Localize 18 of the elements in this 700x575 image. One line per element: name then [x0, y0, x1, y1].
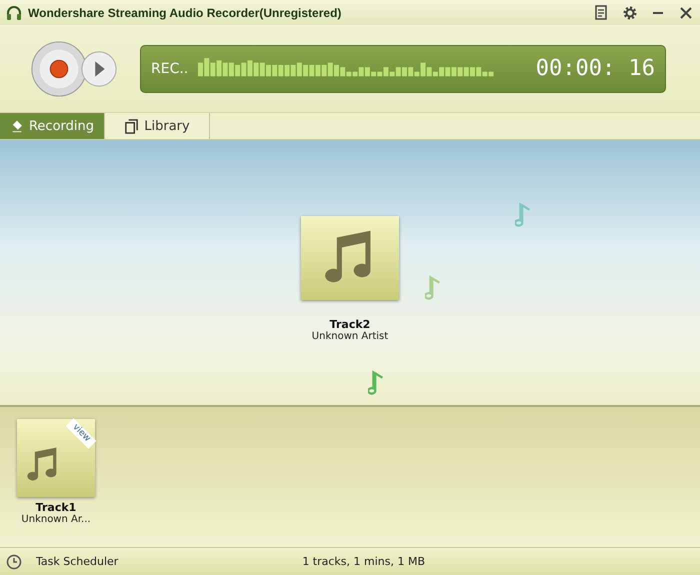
tab[interactable]: Recording	[0, 113, 105, 139]
headphones-icon	[6, 4, 22, 20]
pages-icon	[124, 118, 140, 134]
elapsed-time: 00:00: 16	[536, 56, 655, 81]
notes-icon[interactable]	[594, 4, 610, 20]
task-scheduler-link[interactable]: Task Scheduler	[36, 555, 118, 568]
track-title: Track2	[330, 318, 370, 331]
close-icon[interactable]	[678, 4, 694, 20]
play-button[interactable]	[80, 50, 118, 88]
track-title: Track1	[36, 501, 76, 514]
window-title: Wondershare Streaming Audio Recorder(Unregistered)	[28, 6, 342, 20]
settings-icon[interactable]	[622, 4, 638, 20]
track-artist: Unknown Ar...	[21, 514, 91, 525]
track-artist: Unknown Artist	[312, 331, 388, 342]
library-summary: 1 tracks, 1 mins, 1 MB	[302, 555, 426, 568]
clock-icon[interactable]	[6, 554, 22, 570]
tab[interactable]: Library	[105, 113, 210, 139]
recording-status: REC..	[151, 60, 188, 76]
